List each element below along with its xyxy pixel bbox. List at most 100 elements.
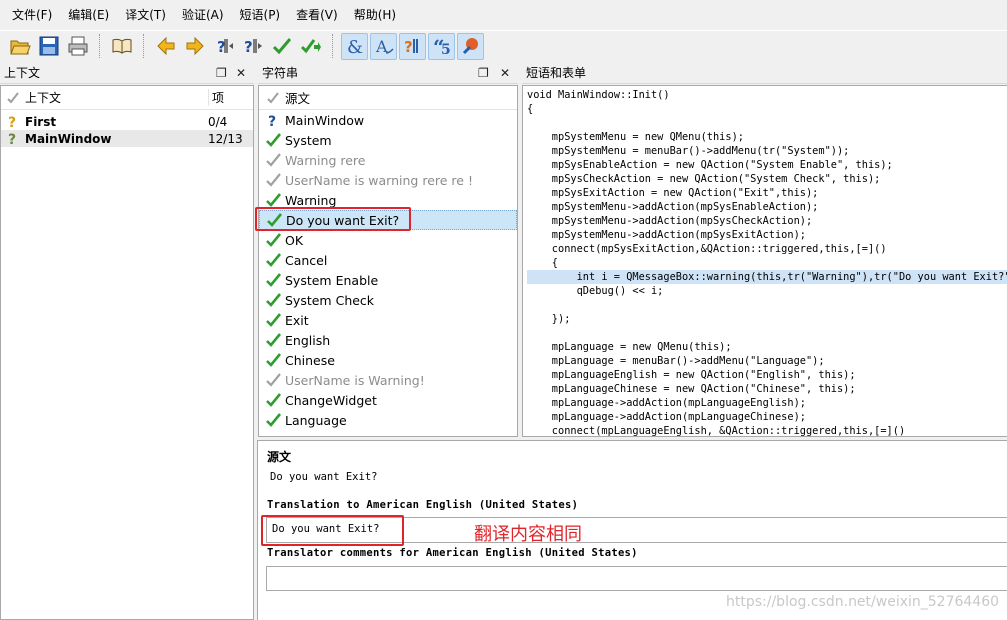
code-line: connect(mpLanguageEnglish, &QAction::tri… (527, 425, 906, 437)
float-icon[interactable]: ❐ (478, 62, 489, 84)
code-line: mpSysCheckAction = new QAction("System C… (527, 173, 881, 185)
highlight-box-string (255, 207, 411, 231)
obsolete-check-icon (261, 173, 285, 187)
check-icon (261, 393, 285, 407)
string-text: Warning (285, 192, 337, 208)
menu-help[interactable]: 帮助(H) (346, 0, 404, 30)
code-line: mpSysExitAction = new QAction("Exit",thi… (527, 187, 819, 199)
book-icon[interactable] (108, 33, 135, 60)
table-row[interactable]: ? MainWindow 12/13 (1, 130, 253, 147)
string-text: OK (285, 232, 304, 248)
check-header-icon (261, 91, 285, 105)
string-row[interactable]: ChangeWidget (259, 390, 517, 410)
context-panel: 上下文 项 ? First 0/4 ? MainWindow 12/13 (0, 85, 254, 620)
close-icon[interactable]: ✕ (236, 62, 246, 84)
source-code-panel: void MainWindow::Init(){ mpSystemMenu = … (522, 85, 1007, 437)
menu-view[interactable]: 查看(V) (288, 0, 346, 30)
string-row[interactable]: UserName is Warning! (259, 370, 517, 390)
place-marker-icon[interactable] (457, 32, 484, 60)
svg-text:?: ? (8, 132, 16, 146)
source-code-view: void MainWindow::Init(){ mpSystemMenu = … (523, 86, 1007, 437)
string-row[interactable]: ? MainWindow (259, 110, 517, 130)
string-text: System (285, 132, 332, 148)
menu-phrases[interactable]: 短语(P) (232, 0, 289, 30)
column-source[interactable]: 源文 (285, 88, 310, 107)
open-folder-icon[interactable] (6, 33, 33, 60)
string-row[interactable]: System Enable (259, 270, 517, 290)
translation-label: Translation to American English (United … (267, 499, 579, 511)
accelerator-icon[interactable]: & (341, 32, 368, 60)
code-line: mpLanguageChinese = new QAction("Chinese… (527, 383, 856, 395)
ending-punctuation-icon[interactable]: A (370, 32, 397, 60)
phrase-match-icon[interactable]: ? (399, 32, 426, 60)
obsolete-check-icon (261, 373, 285, 387)
column-items[interactable]: 项 (208, 89, 248, 106)
toolbar-separator (99, 34, 100, 58)
done-check-icon[interactable] (268, 33, 295, 60)
table-row[interactable]: ? First 0/4 (1, 113, 253, 130)
menu-file[interactable]: 文件(F) (4, 0, 60, 30)
string-row[interactable]: System (259, 130, 517, 150)
float-icon[interactable]: ❐ (216, 62, 227, 84)
check-icon (261, 313, 285, 327)
code-line: void MainWindow::Init() (527, 89, 670, 101)
strings-panel-title-text: 字符串 (262, 66, 299, 80)
string-text: Exit (285, 312, 309, 328)
toolbar: ? ? & A ? “5 (0, 30, 1007, 61)
save-icon[interactable] (35, 33, 62, 60)
menu-edit[interactable]: 编辑(E) (60, 0, 117, 30)
string-row[interactable]: English (259, 330, 517, 350)
svg-text:?: ? (268, 114, 276, 128)
code-line: mpLanguage = menuBar()->addMenu("Languag… (527, 355, 825, 367)
question-icon: ? (1, 131, 25, 146)
quote-icon[interactable]: “5 (428, 32, 455, 60)
string-row[interactable]: Cancel (259, 250, 517, 270)
string-text: MainWindow (285, 112, 365, 128)
string-row[interactable]: OK (259, 230, 517, 250)
context-name: First (25, 114, 57, 129)
code-line: mpSystemMenu->addAction(mpSysEnableActio… (527, 201, 819, 213)
svg-text:?: ? (244, 38, 253, 56)
source-label: 源文 (267, 450, 292, 464)
check-icon (261, 133, 285, 147)
string-row[interactable]: UserName is warning rere re ! (259, 170, 517, 190)
close-icon[interactable]: ✕ (500, 62, 510, 84)
code-line: int i = QMessageBox::warning(this,tr("Wa… (527, 270, 1007, 284)
arrow-left-icon[interactable] (152, 33, 179, 60)
comments-label: Translator comments for American English… (267, 547, 638, 559)
code-line: mpLanguageEnglish = new QAction("English… (527, 369, 856, 381)
question-icon: ? (261, 113, 285, 128)
context-table-header: 上下文 项 (1, 86, 253, 110)
string-row[interactable]: Exit (259, 310, 517, 330)
string-row[interactable]: Warning rere (259, 150, 517, 170)
obsolete-check-icon (261, 153, 285, 167)
arrow-right-icon[interactable] (181, 33, 208, 60)
menu-validation[interactable]: 验证(A) (174, 0, 232, 30)
toolbar-separator (143, 34, 144, 58)
context-panel-title: 上下文 ❐ ✕ (0, 62, 254, 84)
code-line: mpSystemMenu->addAction(mpSysCheckAction… (527, 215, 813, 227)
print-icon[interactable] (64, 33, 91, 60)
annotation-text: 翻译内容相同 (474, 524, 582, 545)
string-row[interactable]: Language (259, 410, 517, 430)
toolbar-separator (332, 34, 333, 58)
svg-text:5: 5 (441, 42, 451, 57)
string-row[interactable]: Chinese (259, 350, 517, 370)
check-icon (261, 193, 285, 207)
code-line: qDebug() << i; (527, 285, 664, 297)
check-header-icon (1, 91, 25, 105)
highlight-box-translation (261, 515, 404, 546)
code-line: mpSystemMenu = menuBar()->addMenu(tr("Sy… (527, 145, 850, 157)
done-next-icon[interactable] (297, 33, 324, 60)
question-icon: ? (1, 114, 25, 129)
menu-translation[interactable]: 译文(T) (117, 0, 174, 30)
strings-panel-title: 字符串 ❐ ✕ (258, 62, 518, 84)
string-text: ChangeWidget (285, 392, 377, 408)
context-count: 12/13 (208, 131, 243, 146)
comments-field[interactable] (266, 566, 1007, 591)
column-context[interactable]: 上下文 (25, 89, 208, 106)
next-unfinished-icon[interactable]: ? (239, 33, 266, 60)
prev-unfinished-icon[interactable]: ? (210, 33, 237, 60)
string-row[interactable]: System Check (259, 290, 517, 310)
